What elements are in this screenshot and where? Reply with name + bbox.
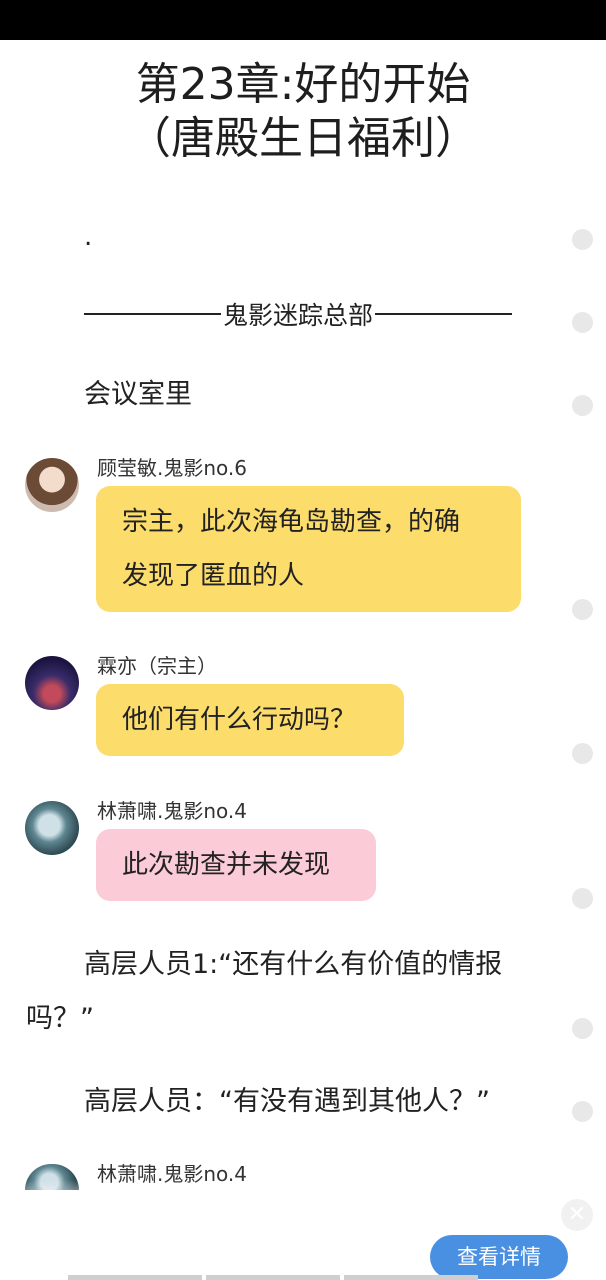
paragraph-comment-dot[interactable] — [572, 1101, 593, 1122]
message-text-line1: 宗主，此次海龟岛勘查，的确 — [122, 507, 461, 537]
close-icon[interactable]: ✕ — [561, 1199, 593, 1231]
dialogue-text-continued: 吗？” — [26, 1003, 94, 1034]
dialogue-text: 高层人员1:“还有什么有价值的情报 — [84, 949, 503, 980]
message-bubble: 宗主，此次海龟岛勘查，的确 发现了匿血的人 — [96, 486, 521, 612]
paragraph-comment-dot[interactable] — [572, 599, 593, 620]
avatar[interactable] — [25, 656, 79, 710]
view-details-button[interactable]: 查看详情 — [430, 1235, 568, 1279]
divider-label: 鬼影迷踪总部 — [223, 301, 374, 330]
paragraph-comment-dot[interactable] — [572, 743, 593, 764]
message-speaker: 林萧啸.鬼影no.4 — [97, 799, 247, 823]
bottom-tab[interactable] — [206, 1275, 340, 1280]
paragraph-comment-dot[interactable] — [572, 888, 593, 909]
bottom-tab[interactable] — [344, 1275, 478, 1280]
chapter-title: 第23章:好的开始 （唐殿生日福利） — [0, 58, 606, 166]
bottom-tab[interactable] — [68, 1275, 202, 1280]
avatar[interactable] — [25, 801, 79, 855]
divider-rule-left — [84, 313, 221, 315]
scene-text: 会议室里 — [84, 379, 192, 410]
chapter-title-line1: 第23章:好的开始 — [135, 59, 471, 110]
paragraph-comment-dot[interactable] — [572, 229, 593, 250]
bottom-tab-bar — [68, 1275, 478, 1280]
message-text-line2: 发现了匿血的人 — [122, 561, 305, 591]
message-bubble: 他们有什么行动吗？ — [96, 684, 404, 756]
message-speaker: 霖亦（宗主） — [97, 654, 217, 678]
message-speaker: 顾莹敏.鬼影no.6 — [97, 456, 247, 480]
section-divider: 鬼影迷踪总部 — [84, 296, 513, 332]
avatar[interactable] — [25, 458, 79, 512]
dot-text: . — [84, 222, 93, 252]
dialogue-text: 高层人员：“有没有遇到其他人？” — [84, 1086, 490, 1117]
divider-rule-right — [375, 313, 513, 315]
paragraph-comment-dot[interactable] — [572, 312, 593, 333]
status-bar — [0, 0, 606, 40]
paragraph-comment-dot[interactable] — [572, 395, 593, 416]
paragraph-comment-dot[interactable] — [572, 1018, 593, 1039]
message-bubble: 此次勘查并未发现 — [96, 829, 376, 901]
chapter-title-line2: （唐殿生日福利） — [127, 113, 479, 164]
